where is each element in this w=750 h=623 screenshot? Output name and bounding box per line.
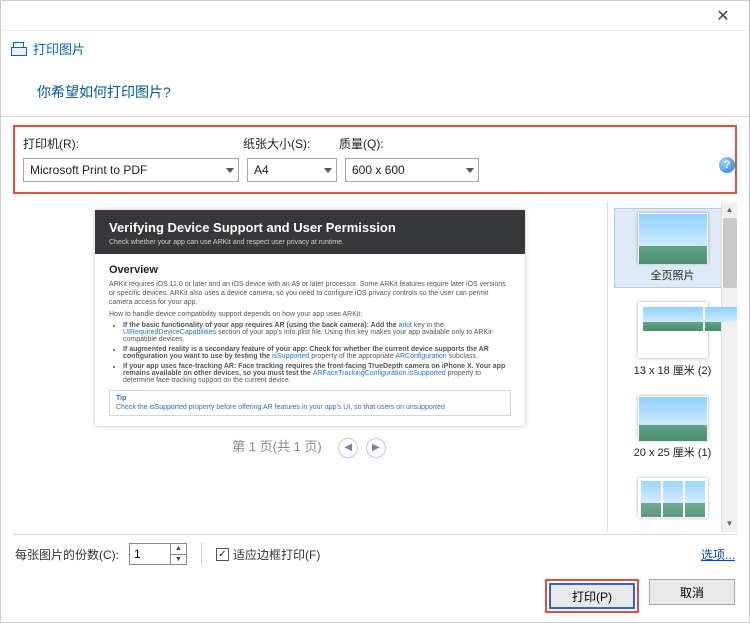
print-button[interactable]: 打印(P)	[549, 583, 635, 609]
print-button-highlight: 打印(P)	[545, 579, 639, 613]
layout-thumb-13x18	[638, 302, 708, 358]
layout-picker: ▲ ▼ 全页照片 13 x 18 厘米 (2) 20 x 25 厘米 (1)	[607, 202, 737, 532]
preview-doc-subtitle: Check whether your app can use ARKit and…	[109, 239, 511, 246]
copies-input[interactable]	[130, 544, 170, 564]
layout-option-full-page[interactable]: 全页照片	[614, 208, 731, 288]
preview-li-3: If your app uses face-tracking AR: Face …	[123, 363, 511, 384]
printer-icon	[11, 42, 27, 56]
chevron-down-icon	[324, 168, 332, 173]
layout-option-partial[interactable]	[614, 474, 731, 526]
pager-text: 第 1 页(共 1 页)	[232, 439, 322, 454]
quality-combobox[interactable]: 600 x 600	[345, 158, 479, 182]
pager-prev-button[interactable]: ◀	[338, 438, 358, 458]
checkbox-checked-icon: ✓	[216, 548, 229, 561]
options-link[interactable]: 选项...	[701, 546, 735, 563]
preview-overview-heading: Overview	[109, 264, 511, 276]
layout-option-13x18[interactable]: 13 x 18 厘米 (2)	[614, 298, 731, 382]
layout-thumb-full	[638, 213, 708, 263]
paper-size-label: 纸张大小(S):	[243, 135, 339, 152]
copies-spinner[interactable]: ▲ ▼	[129, 543, 187, 565]
layout-caption-20x25: 20 x 25 厘米 (1)	[616, 444, 729, 460]
printer-combobox[interactable]: Microsoft Print to PDF	[23, 158, 239, 182]
print-preview-area: Verifying Device Support and User Permis…	[13, 202, 607, 532]
layout-thumb-partial	[638, 478, 708, 518]
preview-page: Verifying Device Support and User Permis…	[95, 210, 525, 426]
pager-next-button[interactable]: ▶	[366, 438, 386, 458]
scroll-thumb[interactable]	[723, 218, 737, 288]
selection-highlight-box: 打印机(R): 纸张大小(S): 质量(Q): Microsoft Print …	[13, 125, 737, 194]
preview-li-2: If augmented reality is a secondary feat…	[123, 346, 511, 360]
fit-frame-label: 适应边框打印(F)	[233, 546, 320, 563]
button-row: 打印(P) 取消	[1, 573, 749, 623]
scroll-up-icon[interactable]: ▲	[722, 202, 737, 218]
preview-overview-p2: How to handle device compatibility suppo…	[109, 310, 511, 319]
layout-thumb-20x25	[638, 396, 708, 440]
layout-caption-full: 全页照片	[617, 267, 728, 283]
copies-up-icon[interactable]: ▲	[171, 544, 186, 555]
header-prompt: 你希望如何打印图片?	[1, 66, 749, 117]
footer-row: 每张图片的份数(C): ▲ ▼ ✓ 适应边框打印(F) 选项...	[1, 535, 749, 573]
layout-caption-13x18: 13 x 18 厘米 (2)	[616, 362, 729, 378]
printer-label: 打印机(R):	[23, 135, 243, 152]
preview-tip-box: Tip Check the isSupported property befor…	[109, 390, 511, 416]
chevron-down-icon	[226, 168, 234, 173]
layout-option-20x25[interactable]: 20 x 25 厘米 (1)	[614, 392, 731, 464]
window-titlebar: ✕	[1, 1, 749, 31]
preview-overview-p1: ARKit requires iOS 11.0 or later and an …	[109, 280, 511, 307]
chevron-down-icon	[466, 168, 474, 173]
close-icon[interactable]: ✕	[703, 6, 743, 26]
window-title-row: 打印图片	[1, 31, 749, 66]
quality-label: 质量(Q):	[339, 135, 479, 152]
fit-frame-checkbox[interactable]: ✓ 适应边框打印(F)	[201, 543, 320, 565]
copies-label: 每张图片的份数(C):	[15, 546, 119, 563]
cancel-button[interactable]: 取消	[649, 579, 735, 605]
copies-down-icon[interactable]: ▼	[171, 555, 186, 565]
printer-value: Microsoft Print to PDF	[30, 163, 147, 177]
paper-size-value: A4	[254, 163, 269, 177]
help-icon[interactable]: ?	[719, 157, 735, 173]
quality-value: 600 x 600	[352, 163, 405, 177]
paper-size-combobox[interactable]: A4	[247, 158, 337, 182]
preview-li-1: If the basic functionality of your app r…	[123, 322, 511, 343]
preview-doc-title: Verifying Device Support and User Permis…	[109, 220, 511, 235]
pager: 第 1 页(共 1 页) ◀ ▶	[13, 426, 607, 464]
window-title: 打印图片	[33, 39, 85, 58]
